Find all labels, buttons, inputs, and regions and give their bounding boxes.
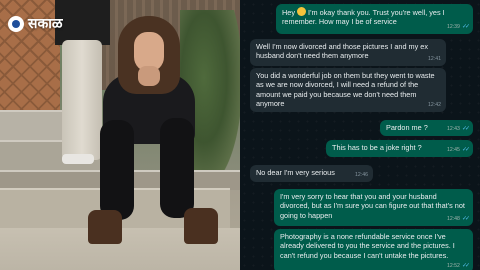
read-ticks-icon: ✓✓: [461, 23, 470, 30]
chat-screenshot: Hey I'm okay thank you. Trust you're wel…: [240, 0, 480, 270]
message-text: I'm okay thank you. Trust you're well, y…: [282, 8, 445, 27]
message-bubble-incoming: Well I'm now divorced and those pictures…: [250, 39, 446, 66]
sakal-logo-icon: [8, 15, 24, 32]
message-text: You did a wonderful job on them but they…: [256, 71, 435, 109]
message-time: 12:52: [446, 262, 460, 269]
message-bubble-outgoing: Hey I'm okay thank you. Trust you're wel…: [276, 4, 473, 34]
photo-man-torso: [55, 0, 110, 45]
message-bubble-outgoing: Pardon me ? 12:43 ✓✓: [380, 120, 473, 136]
photo-woman-leg: [100, 120, 134, 220]
message-bubble-incoming: No dear I'm very serious 12:46: [250, 165, 373, 182]
message-text: I'm very sorry to hear that you and your…: [280, 192, 465, 220]
photo-woman-boot: [88, 210, 122, 244]
message-text: No dear I'm very serious: [256, 168, 335, 177]
message-bubble-outgoing: This has to be a joke right ? 12:45 ✓✓: [326, 140, 473, 157]
message-text: Photography is a none refundable service…: [280, 232, 455, 260]
message-time: 12:45: [446, 146, 460, 153]
photo-man-legs: [62, 40, 102, 160]
read-ticks-icon: ✓✓: [461, 215, 470, 222]
message-time: 12:43: [446, 125, 460, 132]
news-photo: सकाळ: [0, 0, 240, 270]
read-ticks-icon: ✓✓: [461, 146, 470, 153]
message-time: 12:46: [355, 171, 368, 178]
message-bubble-outgoing: Photography is a none refundable service…: [274, 229, 473, 270]
message-time: 12:48: [446, 215, 460, 222]
photo-woman-boot: [184, 208, 218, 244]
message-bubble-incoming: You did a wonderful job on them but they…: [250, 68, 446, 112]
message-time: 12:41: [428, 55, 441, 62]
brand-name: सकाळ: [28, 15, 63, 31]
photo-woman-leg: [160, 118, 194, 218]
message-bubble-outgoing: I'm very sorry to hear that you and your…: [274, 189, 473, 226]
message-text: Hey: [282, 8, 295, 17]
message-time: 12:42: [428, 101, 441, 108]
smiling-face-emoji-icon: [297, 7, 307, 16]
photo-man-shoe: [62, 154, 94, 164]
read-ticks-icon: ✓✓: [461, 125, 470, 132]
read-ticks-icon: ✓✓: [461, 262, 470, 269]
photo-woman-hands: [138, 66, 160, 86]
message-text: Well I'm now divorced and those pictures…: [256, 42, 429, 61]
brand-watermark: सकाळ: [8, 14, 62, 33]
message-time: 12:39: [446, 23, 460, 30]
